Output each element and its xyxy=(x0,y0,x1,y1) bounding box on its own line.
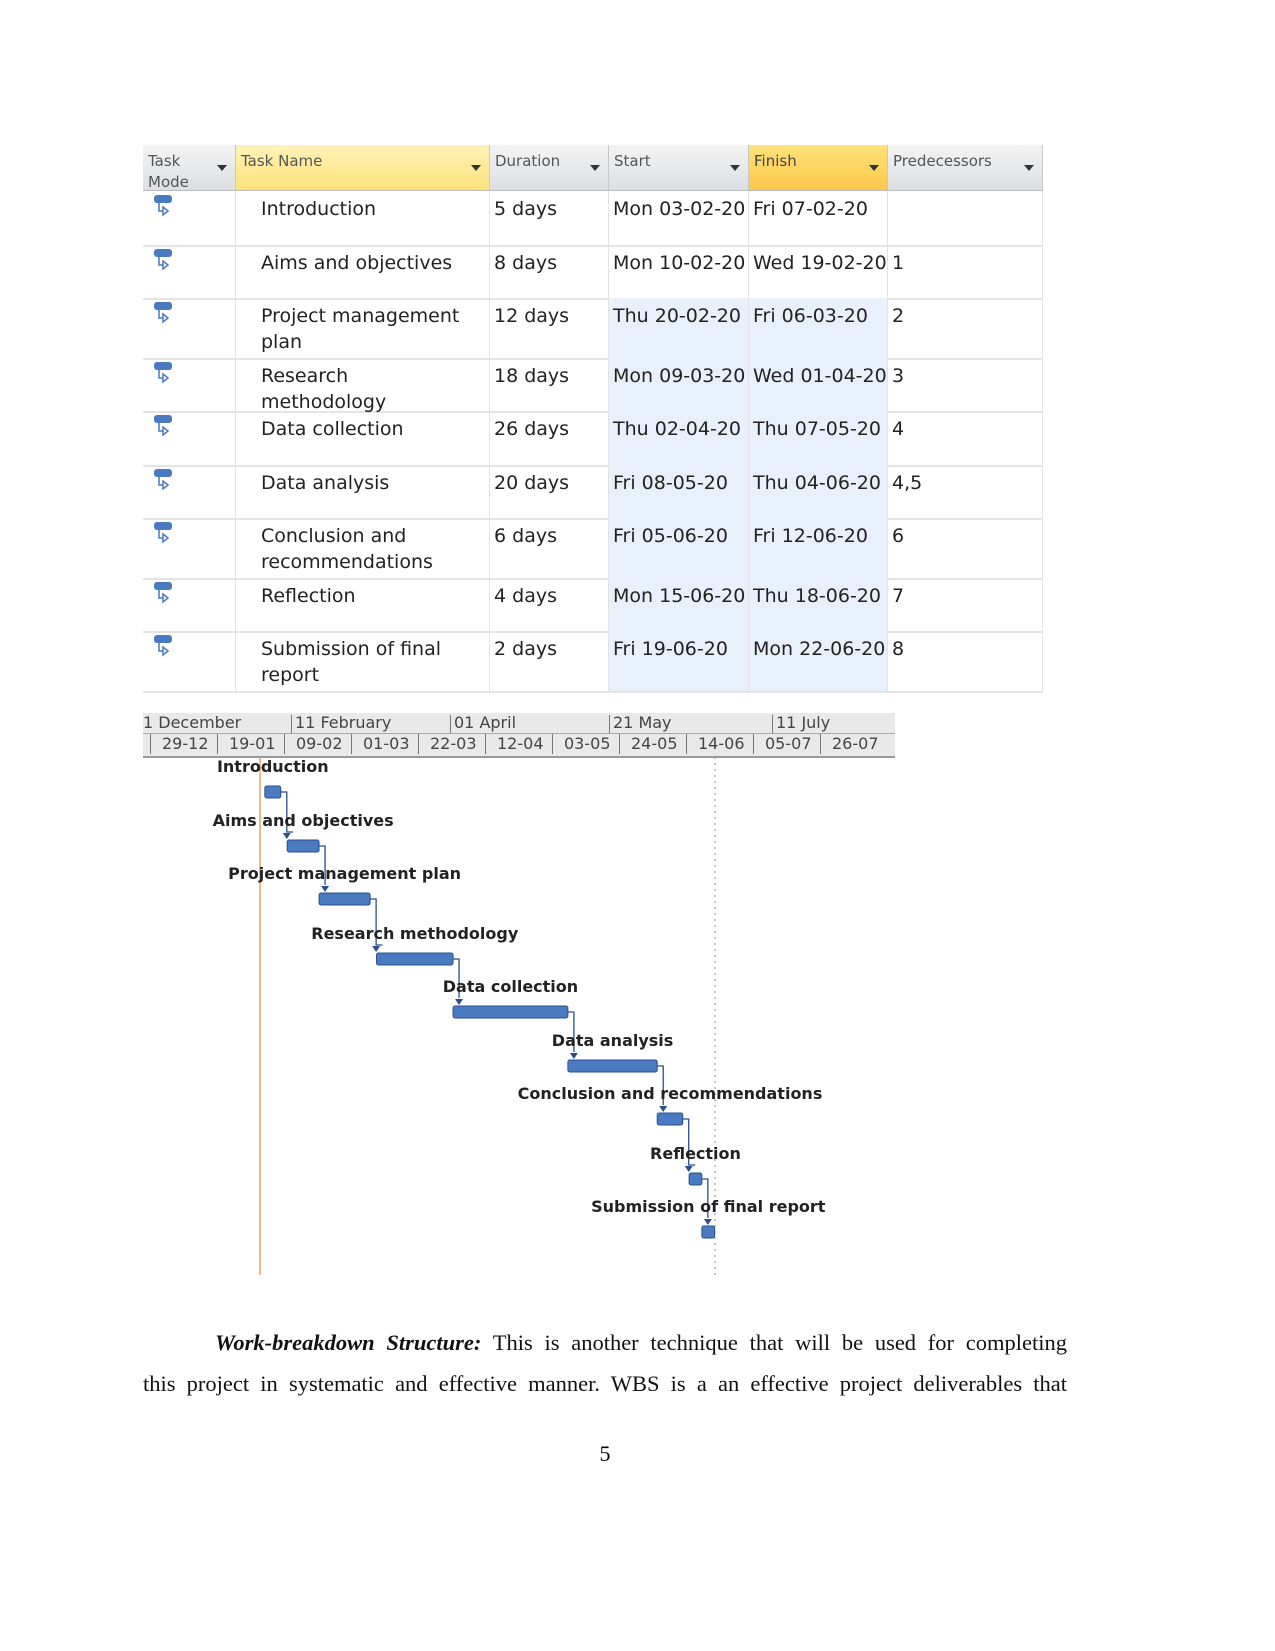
dependency-arrow-icon xyxy=(659,1106,668,1112)
task-bar-label: Introduction xyxy=(216,757,329,776)
task-bar xyxy=(567,1059,658,1073)
dependency-arrow-icon xyxy=(372,946,381,952)
dependency-arrow-icon xyxy=(455,999,464,1005)
gantt-chart xyxy=(259,757,716,1275)
paragraph-line-1: Work-breakdown Structure: This is anothe… xyxy=(143,1330,1067,1356)
dependency-arrow-icon xyxy=(684,1166,693,1172)
task-bar-label: Data collection xyxy=(442,977,579,996)
dependency-arrow-icon xyxy=(282,833,291,839)
task-bar xyxy=(318,892,371,906)
task-bar xyxy=(452,1005,569,1019)
task-bar xyxy=(264,785,282,799)
task-bar xyxy=(701,1225,716,1239)
task-bar-label: Conclusion and recommendations xyxy=(517,1084,823,1103)
task-bar-label: Reflection xyxy=(650,1144,741,1163)
task-bar-label: Submission of final report xyxy=(591,1197,826,1216)
dependency-arrow-icon xyxy=(569,1053,578,1059)
task-bar xyxy=(688,1172,703,1186)
task-bar-label: Project management plan xyxy=(228,864,462,883)
wbs-heading: Work-breakdown Structure: xyxy=(215,1330,482,1355)
paragraph-text: This is another technique that will be u… xyxy=(481,1330,1068,1355)
dependency-arrow-icon xyxy=(321,886,330,892)
document-page: Task Mode Task Name Duration Start Finish Pre… xyxy=(0,0,1275,1651)
paragraph-line-2: this project in systematic and effective… xyxy=(143,1371,1067,1396)
task-bar xyxy=(286,839,320,853)
task-bar-label: Aims and objectives xyxy=(212,811,394,830)
page-number: 5 xyxy=(599,1441,611,1466)
task-bar xyxy=(656,1112,684,1126)
task-bar-label: Research methodology xyxy=(311,924,519,943)
task-bar xyxy=(375,952,454,966)
dependency-arrow-icon xyxy=(703,1219,712,1225)
task-bar-label: Data analysis xyxy=(551,1031,674,1050)
